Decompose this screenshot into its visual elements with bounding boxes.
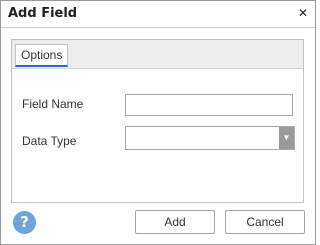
- dialog-title: Add Field: [8, 6, 78, 21]
- options-panel: Options Field Name Data Type ▼: [11, 39, 304, 203]
- title-divider: [1, 27, 315, 28]
- chevron-down-icon[interactable]: ▼: [279, 127, 294, 149]
- close-icon[interactable]: ✕: [296, 6, 310, 20]
- field-name-label: Field Name: [22, 97, 84, 111]
- data-type-select[interactable]: ▼: [125, 126, 295, 150]
- add-field-dialog: Add Field ✕ Options Field Name Data Type…: [0, 0, 316, 245]
- help-icon[interactable]: ?: [13, 211, 36, 234]
- add-button[interactable]: Add: [135, 210, 215, 234]
- cancel-button[interactable]: Cancel: [225, 210, 305, 234]
- field-name-input[interactable]: [125, 94, 293, 116]
- data-type-label: Data Type: [22, 134, 77, 148]
- tab-bar: Options: [12, 40, 303, 69]
- tab-options[interactable]: Options: [15, 44, 69, 67]
